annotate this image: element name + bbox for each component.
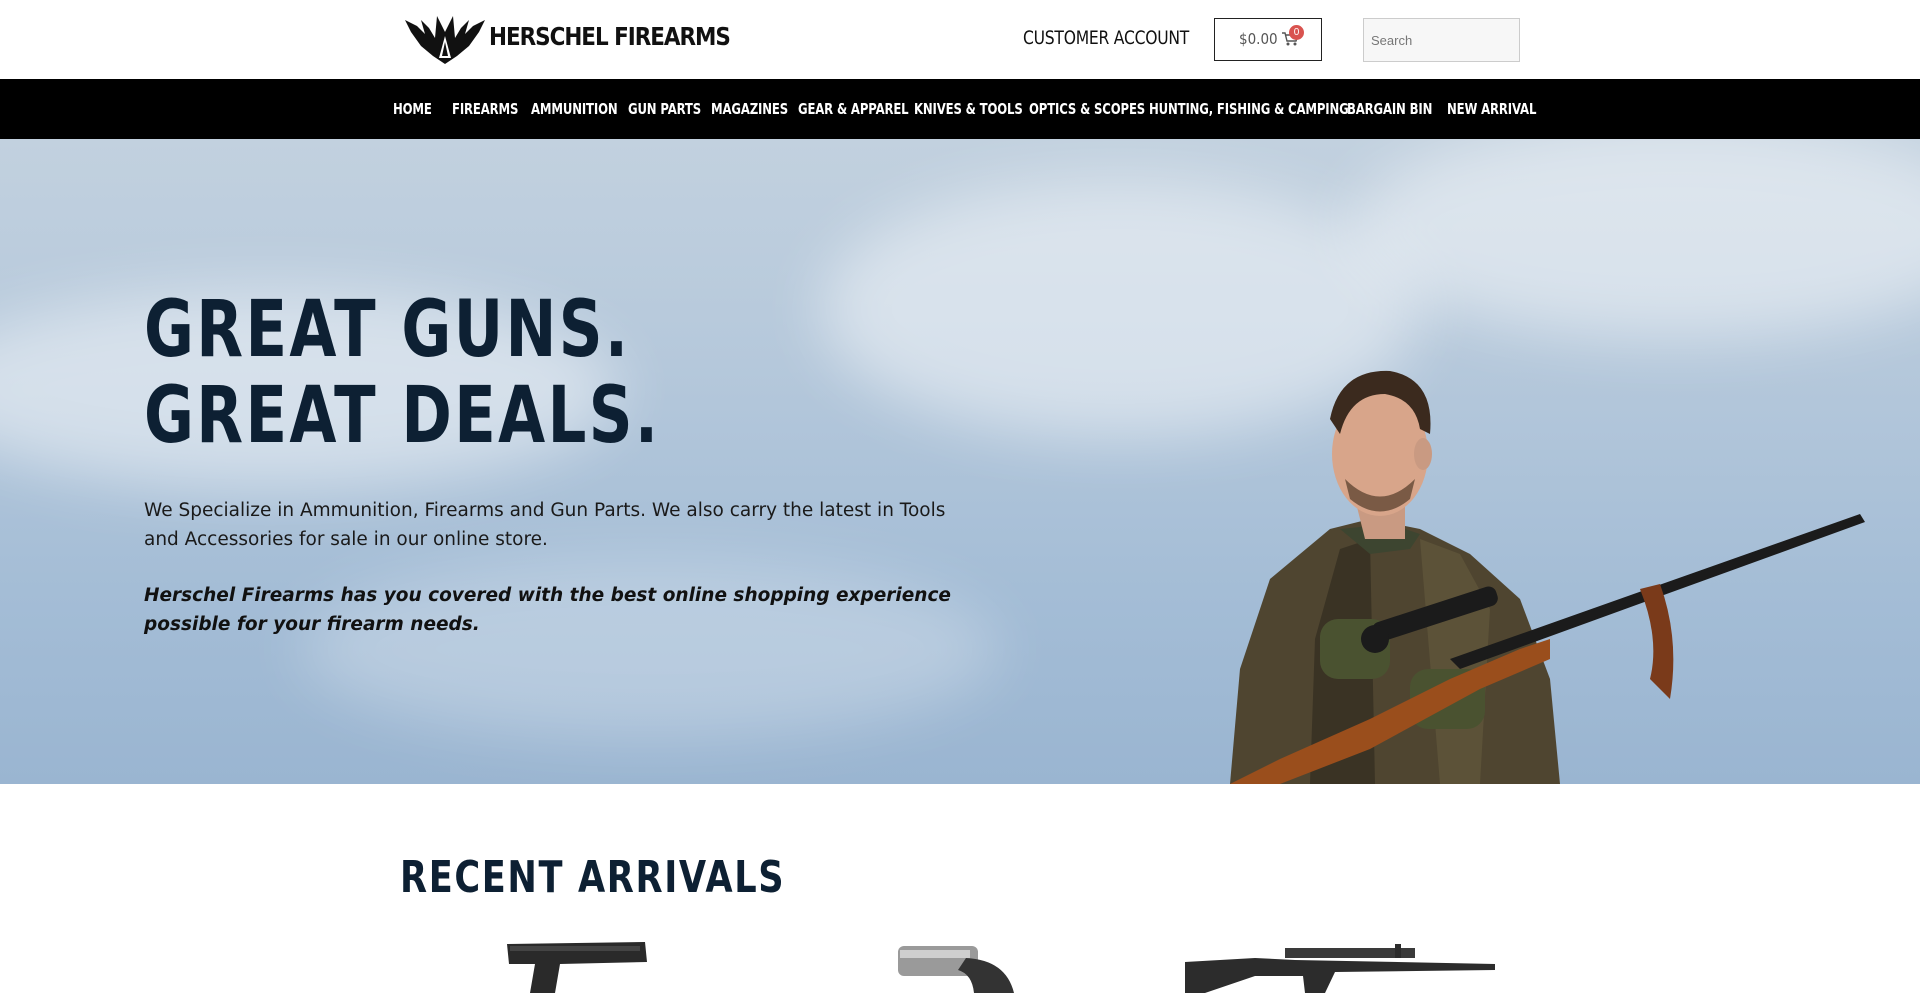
product-image-derringer[interactable]: [896, 940, 1016, 993]
hero-banner: GREAT GUNS. GREAT DEALS. We Specialize i…: [0, 139, 1920, 784]
cart-button[interactable]: $0.00 0: [1214, 18, 1322, 61]
nav-item-gear-apparel[interactable]: GEAR & APPAREL: [798, 79, 909, 139]
hero-title-line2: GREAT DEALS.: [144, 371, 661, 461]
nav-item-ammunition[interactable]: AMMUNITION: [531, 79, 618, 139]
hero-title-line1: GREAT GUNS.: [144, 285, 631, 375]
nav-item-label: GEAR & APPAREL: [798, 100, 909, 118]
hero-description: We Specialize in Ammunition, Firearms an…: [144, 500, 946, 550]
search-input[interactable]: [1363, 18, 1520, 62]
nav-item-label: MAGAZINES: [711, 100, 789, 118]
nav-item-knives-tools[interactable]: KNIVES & TOOLS: [914, 79, 1023, 139]
nav-item-label: GUN PARTS: [628, 100, 702, 118]
nav-item-label: AMMUNITION: [531, 100, 618, 118]
site-header: HERSCHEL FIREARMS CUSTOMER ACCOUNT $0.00…: [0, 0, 1920, 79]
nav-item-label: KNIVES & TOOLS: [914, 100, 1023, 118]
product-image-rifle[interactable]: [1185, 940, 1495, 993]
nav-item-label: HUNTING, FISHING & CAMPING: [1149, 100, 1349, 118]
hunter-with-rifle-image: [1230, 370, 1865, 784]
nav-item-magazines[interactable]: MAGAZINES: [711, 79, 788, 139]
nav-item-hunting-fishing-camping[interactable]: HUNTING, FISHING & CAMPING: [1149, 79, 1349, 139]
hero-tagline: Herschel Firearms has you covered with t…: [144, 585, 951, 635]
nav-item-label: BARGAIN BIN: [1347, 100, 1433, 118]
recent-arrivals-heading: RECENT ARRIVALS: [400, 852, 786, 903]
brand-name[interactable]: HERSCHEL FIREARMS: [489, 22, 731, 51]
main-navigation: HOME FIREARMS AMMUNITION GUN PARTS MAGAZINES…: [0, 79, 1920, 139]
cart-count-badge: 0: [1289, 25, 1304, 40]
nav-item-firearms[interactable]: FIREARMS: [452, 79, 518, 139]
nav-item-label: OPTICS & SCOPES: [1029, 100, 1146, 118]
hero-headline: GREAT GUNS. GREAT DEALS.: [144, 287, 660, 459]
nav-item-label: HOME: [393, 100, 432, 118]
nav-item-label: FIREARMS: [452, 100, 519, 118]
nav-item-home[interactable]: HOME: [393, 79, 432, 139]
cart-total: $0.00: [1239, 30, 1278, 48]
nav-item-bargain-bin[interactable]: BARGAIN BIN: [1347, 79, 1432, 139]
customer-account-link[interactable]: CUSTOMER ACCOUNT: [1023, 27, 1189, 49]
nav-item-gun-parts[interactable]: GUN PARTS: [628, 79, 701, 139]
nav-item-label: NEW ARRIVAL: [1447, 100, 1537, 118]
cloud-decoration: [1350, 139, 1920, 339]
nav-menu: HOME FIREARMS AMMUNITION GUN PARTS MAGAZINES…: [393, 79, 1536, 139]
brand-logo[interactable]: [403, 10, 487, 66]
nav-item-optics-scopes[interactable]: OPTICS & SCOPES: [1029, 79, 1145, 139]
product-image-pistol[interactable]: [505, 940, 650, 993]
nav-item-new-arrival[interactable]: NEW ARRIVAL: [1447, 79, 1536, 139]
